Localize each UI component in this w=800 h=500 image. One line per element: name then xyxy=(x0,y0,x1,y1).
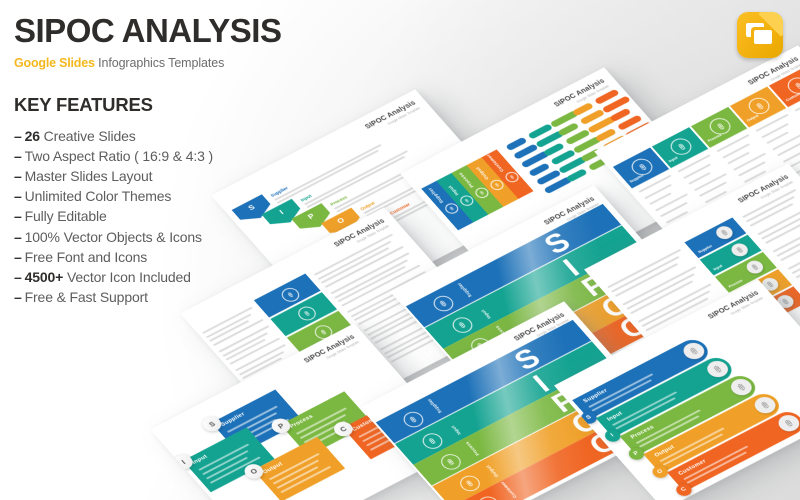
feature-icon xyxy=(448,314,476,336)
sipoc-label: Supplier xyxy=(456,281,473,298)
feature-item: – Master Slides Layout xyxy=(14,166,282,186)
bullet-dash: – xyxy=(14,188,22,205)
bullet-dash: – xyxy=(14,208,22,225)
feature-icon xyxy=(474,493,503,500)
page-title: SIPOC ANALYSIS xyxy=(14,12,282,49)
feature-emphasis: 26 xyxy=(24,127,40,144)
bullet-dash: – xyxy=(14,167,22,184)
sipoc-label: Customer xyxy=(499,480,518,499)
feature-label: Fully Editable xyxy=(24,208,107,225)
feature-label: Vector Icon Included xyxy=(63,268,191,285)
slides-glyph-icon xyxy=(746,23,774,47)
feature-item: –26 Creative Slides xyxy=(14,126,282,146)
google-slides-logo xyxy=(737,12,783,58)
feature-label: 100% Vector Objects & Icons xyxy=(24,228,202,245)
subtitle-brand: Google Slides xyxy=(14,56,95,70)
feature-label: Master Slides Layout xyxy=(24,167,153,184)
bullet-dash: – xyxy=(14,147,22,164)
poster-canvas: SIPOC Analysis Google Slides Template S Sup… xyxy=(0,0,800,500)
feature-item: –100% Vector Objects & Icons xyxy=(14,227,282,247)
subtitle-rest: Infographics Templates xyxy=(94,56,225,70)
feature-item: – Free Font and Icons xyxy=(14,247,282,267)
feature-label: Free & Fast Support xyxy=(24,289,148,306)
text-line xyxy=(795,254,800,279)
feature-label: Free Font and Icons xyxy=(24,248,148,265)
bullet-dash: – xyxy=(14,289,22,306)
sipoc-label: Output xyxy=(484,464,499,478)
feature-label: Creative Slides xyxy=(39,127,136,144)
feature-label: Unlimited Color Themes xyxy=(24,188,172,205)
feature-label: Two Aspect Ratio ( 16:9 & 4:3 ) xyxy=(24,147,213,164)
page-subtitle: Google Slides Infographics Templates xyxy=(14,57,282,70)
sipoc-label: Input xyxy=(479,308,492,320)
bullet-dash: – xyxy=(14,228,22,245)
feature-item: – Unlimited Color Themes xyxy=(14,186,282,206)
feature-item: – Two Aspect Ratio ( 16:9 & 4:3 ) xyxy=(14,146,282,166)
sipoc-label: Input xyxy=(447,184,460,197)
feature-item: –4500+ Vector Icon Included xyxy=(14,267,282,287)
sipoc-label: Supplier xyxy=(426,397,443,414)
feature-icon xyxy=(418,430,446,452)
bullet-dash: – xyxy=(14,268,22,285)
sipoc-letter: O xyxy=(335,216,347,226)
sipoc-label: Supplier xyxy=(426,186,445,205)
feature-icon xyxy=(502,170,521,185)
sipoc-label: Process xyxy=(464,440,481,457)
key-features-heading: KEY FEATURES xyxy=(14,93,153,115)
sipoc-label: Input xyxy=(449,424,462,436)
feature-icon xyxy=(429,292,458,315)
feature-icon xyxy=(455,472,484,494)
sipoc-card: Output xyxy=(253,436,346,500)
key-features-list: –26 Creative Slides – Two Aspect Ratio ( 1… xyxy=(14,126,282,308)
bullet-dash: – xyxy=(14,127,22,144)
feature-item: – Fully Editable xyxy=(14,206,282,226)
feature-icon xyxy=(399,408,428,431)
logo-square xyxy=(737,12,783,58)
feature-icon xyxy=(437,451,465,473)
text-line xyxy=(771,132,800,151)
feature-emphasis: 4500+ xyxy=(24,268,64,285)
info-panel: SIPOC ANALYSIS Google Slides Infographic… xyxy=(14,14,282,307)
feature-item: – Free & Fast Support xyxy=(14,287,282,307)
bullet-dash: – xyxy=(14,248,22,265)
sipoc-label: Supplier xyxy=(219,411,247,428)
sipoc-letter: P xyxy=(305,211,317,221)
text-line xyxy=(607,248,682,289)
